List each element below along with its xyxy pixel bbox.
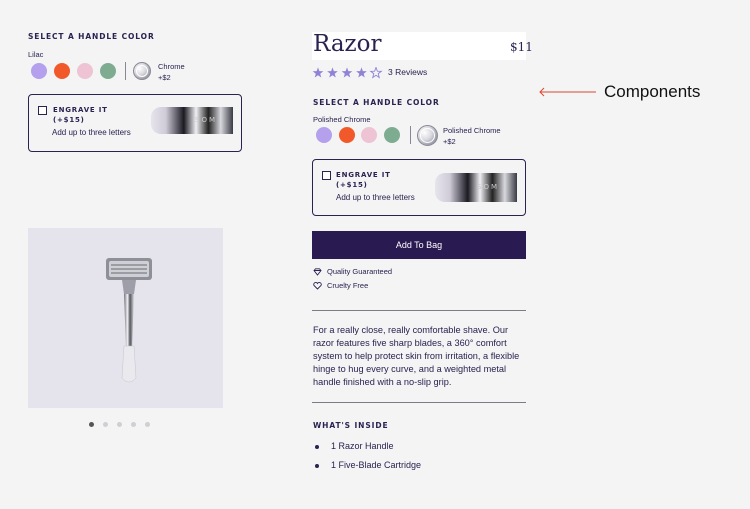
- diamond-icon: [313, 268, 322, 276]
- left-engrave-handle-image: SOM: [151, 107, 233, 134]
- annotation-arrow: [539, 87, 596, 97]
- left-chrome-label: Chrome: [158, 62, 185, 71]
- divider-bottom: [312, 402, 526, 403]
- star-icon-filled: [341, 67, 353, 78]
- right-chrome-label: Polished Chrome: [443, 126, 501, 135]
- right-swatch-green[interactable]: [384, 127, 400, 143]
- right-engrave-subtext: Add up to three letters: [336, 193, 415, 202]
- right-selected-color-name: Polished Chrome: [313, 115, 371, 124]
- feature-quality: Quality Guaranteed: [327, 267, 393, 276]
- left-swatch-green[interactable]: [100, 63, 116, 79]
- star-icon-filled: [312, 67, 324, 78]
- razor-icon: [106, 258, 152, 383]
- whats-inside-label: WHAT'S INSIDE: [313, 421, 389, 430]
- right-engrave-box: ENGRAVE IT (+$15) Add up to three letter…: [312, 159, 526, 216]
- right-chrome-price: +$2: [443, 137, 456, 146]
- left-select-color-label: SELECT A HANDLE COLOR: [28, 32, 155, 41]
- left-swatch-chrome[interactable]: [133, 62, 151, 80]
- left-engrave-checkbox[interactable]: [38, 106, 47, 115]
- star-icon-filled: [327, 67, 338, 78]
- right-engrave-title: ENGRAVE IT: [336, 171, 391, 179]
- left-chrome-price: +$2: [158, 73, 171, 82]
- divider-top: [312, 310, 526, 311]
- right-swatch-lilac[interactable]: [316, 127, 332, 143]
- inside-bullet-1: [315, 445, 319, 449]
- inside-bullet-2: [315, 464, 319, 468]
- left-engrave-title: ENGRAVE IT: [53, 106, 108, 114]
- right-swatch-orange[interactable]: [339, 127, 355, 143]
- product-price: $11: [510, 40, 533, 54]
- product-title: Razor: [313, 31, 382, 57]
- carousel-dot-1[interactable]: [89, 422, 94, 427]
- left-swatch-lilac[interactable]: [31, 63, 47, 79]
- product-image: [28, 228, 223, 408]
- right-engrave-price: (+$15): [336, 181, 368, 189]
- add-to-bag-label: Add To Bag: [395, 240, 443, 250]
- left-swatch-pink[interactable]: [77, 63, 93, 79]
- carousel-dot-3[interactable]: [117, 422, 122, 427]
- product-description: For a really close, really comfortable s…: [313, 325, 520, 387]
- right-swatch-chrome[interactable]: [417, 125, 438, 146]
- carousel-dot-2[interactable]: [103, 422, 108, 427]
- right-select-color-label: SELECT A HANDLE COLOR: [313, 98, 440, 107]
- left-swatch-orange[interactable]: [54, 63, 70, 79]
- right-engrave-checkbox[interactable]: [322, 171, 331, 180]
- left-selected-color-name: Lilac: [28, 50, 44, 59]
- left-engrave-subtext: Add up to three letters: [52, 128, 131, 137]
- left-swatch-divider: [125, 62, 126, 80]
- right-swatch-divider: [410, 126, 411, 144]
- left-engrave-box: ENGRAVE IT (+$15) Add up to three letter…: [28, 94, 242, 152]
- rating-stars: [312, 66, 384, 79]
- carousel-dot-4[interactable]: [131, 422, 136, 427]
- reviews-link[interactable]: 3 Reviews: [388, 67, 427, 77]
- carousel-dot-5[interactable]: [145, 422, 150, 427]
- right-swatch-pink[interactable]: [361, 127, 377, 143]
- heart-icon: [313, 282, 322, 290]
- star-icon-empty: [369, 66, 383, 79]
- inside-item-1: 1 Razor Handle: [331, 441, 394, 451]
- inside-item-2: 1 Five-Blade Cartridge: [331, 460, 422, 470]
- feature-cruelty-free: Cruelty Free: [327, 281, 369, 290]
- star-icon-filled: [356, 67, 367, 78]
- left-engrave-price: (+$15): [53, 116, 85, 124]
- right-engrave-handle-image: SOM: [435, 173, 517, 202]
- add-to-bag-button[interactable]: Add To Bag: [312, 231, 526, 259]
- annotation-label: Components: [604, 82, 701, 101]
